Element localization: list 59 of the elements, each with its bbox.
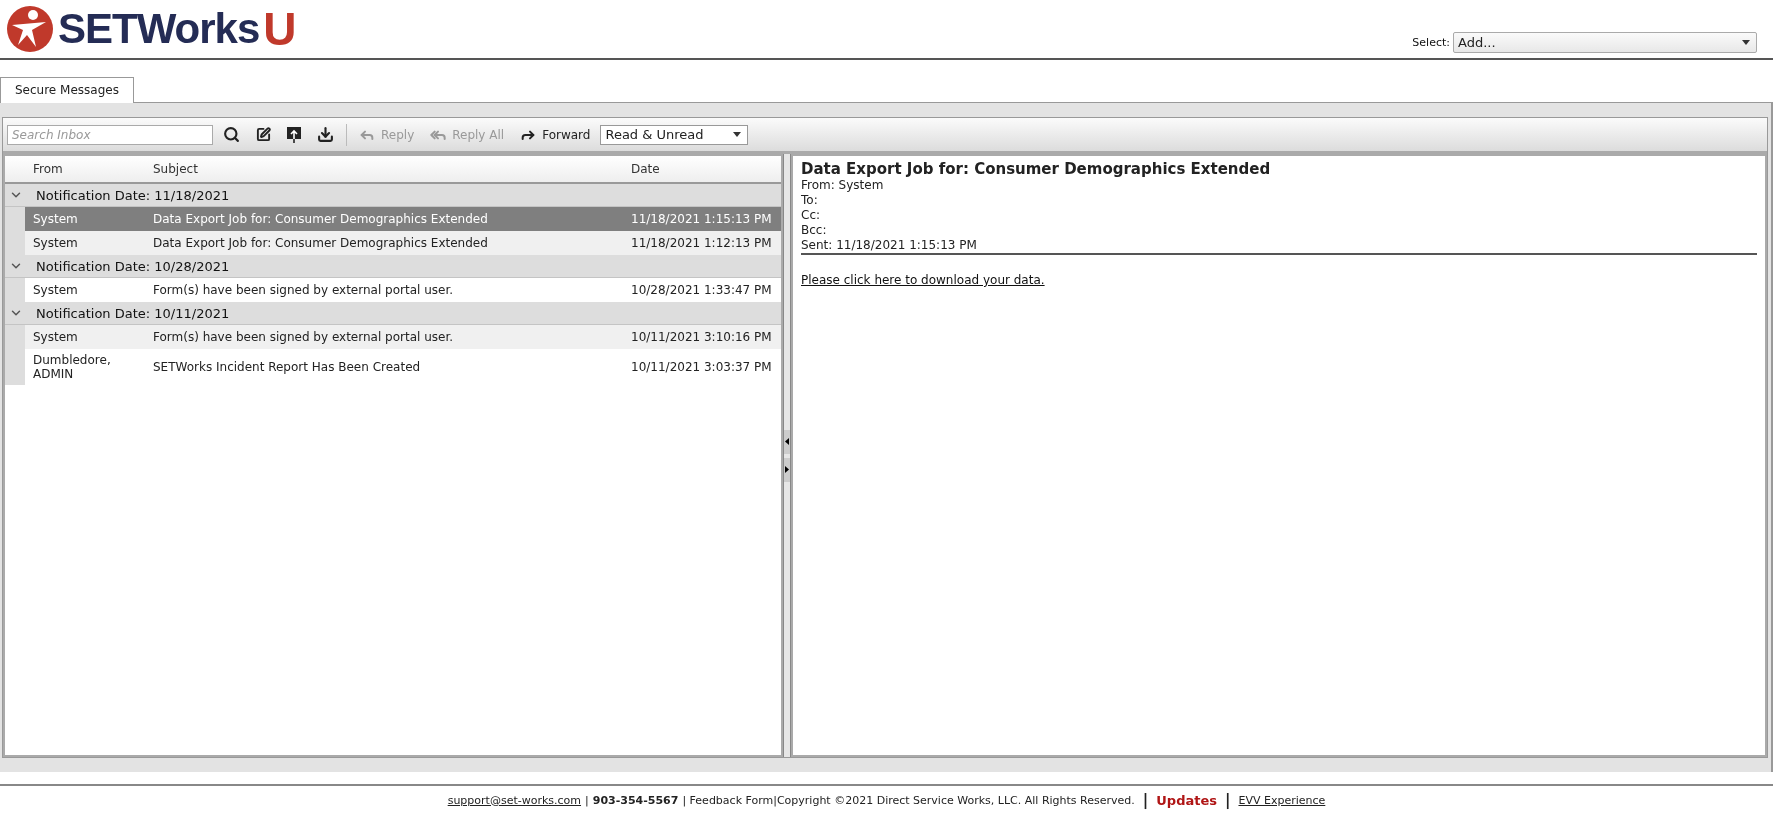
date-cell-text: 10/11/2021 3:03:37 PM: [630, 359, 773, 376]
message-field: Cc:: [801, 208, 1757, 223]
message-row[interactable]: System Data Export Job for: Consumer Demographics Extended 11/18/2021 1:12:13 PM: [5, 231, 781, 255]
upload-icon: [287, 126, 301, 143]
from-cell-text: System: [32, 329, 79, 346]
logo-icon: [6, 5, 54, 53]
subject-cell-text: Data Export Job for: Consumer Demographics Extended: [152, 235, 489, 252]
logo-text: SETWorks: [58, 5, 260, 53]
caret-icon: [1742, 39, 1750, 45]
subject-cell-text: Data Export Job for: Consumer Demographics Extended: [152, 211, 489, 228]
download-link[interactable]: Please click here to download your data.: [801, 273, 1045, 287]
column-header[interactable]: Subject: [145, 162, 623, 176]
footer-link[interactable]: Updates: [1156, 792, 1217, 808]
filter-select[interactable]: Read & Unread: [600, 124, 749, 145]
search-icon: [223, 126, 240, 143]
tab[interactable]: Secure Messages: [0, 77, 134, 103]
column-header[interactable]: Date: [623, 162, 781, 176]
search-field[interactable]: Search Inbox: [7, 124, 213, 145]
footer-separator: |: [1142, 791, 1149, 809]
subject-cell-text: Form(s) have been signed by external portal user.: [152, 329, 455, 346]
forward-button[interactable]: Forward: [514, 124, 597, 145]
footer-link[interactable]: EVV Experience: [1238, 793, 1326, 807]
footer-text: 903-354-5567: [592, 793, 679, 807]
from-cell-text: System: [32, 211, 79, 228]
footer-text: |: [585, 793, 589, 807]
message-row[interactable]: System Data Export Job for: Consumer Demographics Extended 11/18/2021 1:15:13 PM: [5, 207, 781, 231]
date-cell-text: 10/11/2021 3:10:16 PM: [630, 329, 773, 346]
download-icon: [317, 126, 334, 143]
date-cell-text: 10/28/2021 1:33:47 PM: [630, 282, 773, 299]
subject-cell-text: Form(s) have been signed by external portal user.: [152, 282, 455, 299]
date-cell-text: 11/18/2021 1:15:13 PM: [630, 211, 773, 228]
group-row[interactable]: Notification Date: 10/11/2021: [5, 302, 781, 325]
message-field: Sent: 11/18/2021 1:15:13 PM: [801, 238, 1757, 253]
column-header[interactable]: From: [25, 162, 145, 176]
from-cell-text: System: [32, 282, 79, 299]
footer-text: | Feedback Form|Copyright ©2021 Direct Service Works, LLC. All Rights Reserved.: [682, 793, 1135, 807]
footer-separator: |: [1225, 791, 1231, 809]
collapse-left-icon[interactable]: [785, 438, 789, 445]
from-cell-text: Dumbledore, ADMIN: [32, 352, 112, 383]
message-field: To:: [801, 193, 1757, 208]
group-label: Notification Date: 10/28/2021: [36, 258, 230, 274]
group-label: Notification Date: 10/11/2021: [36, 305, 230, 321]
subject-cell-text: SETWorks Incident Report Has Been Created: [152, 359, 422, 376]
group-label: Notification Date: 11/18/2021: [36, 187, 230, 203]
collapse-right-icon[interactable]: [785, 466, 789, 473]
message-field: Bcc:: [801, 223, 1757, 238]
message-row[interactable]: System Form(s) have been signed by external portal user. 10/11/2021 3:10:16 PM: [5, 325, 781, 349]
footer-link[interactable]: support@set-works.com: [447, 793, 582, 807]
caret-icon: [733, 132, 742, 137]
add-select[interactable]: Add...: [1453, 31, 1757, 53]
logo-letter: U: [263, 2, 297, 56]
message-field: From: System: [801, 178, 1757, 193]
compose-icon: [256, 127, 271, 142]
group-row[interactable]: Notification Date: 11/18/2021: [5, 184, 781, 207]
group-row[interactable]: Notification Date: 10/28/2021: [5, 255, 781, 278]
message-title: Data Export Job for: Consumer Demographics Extended: [801, 160, 1272, 178]
from-cell-text: System: [32, 235, 79, 252]
select-label: Select:: [1412, 35, 1450, 49]
date-cell-text: 11/18/2021 1:12:13 PM: [630, 235, 773, 252]
